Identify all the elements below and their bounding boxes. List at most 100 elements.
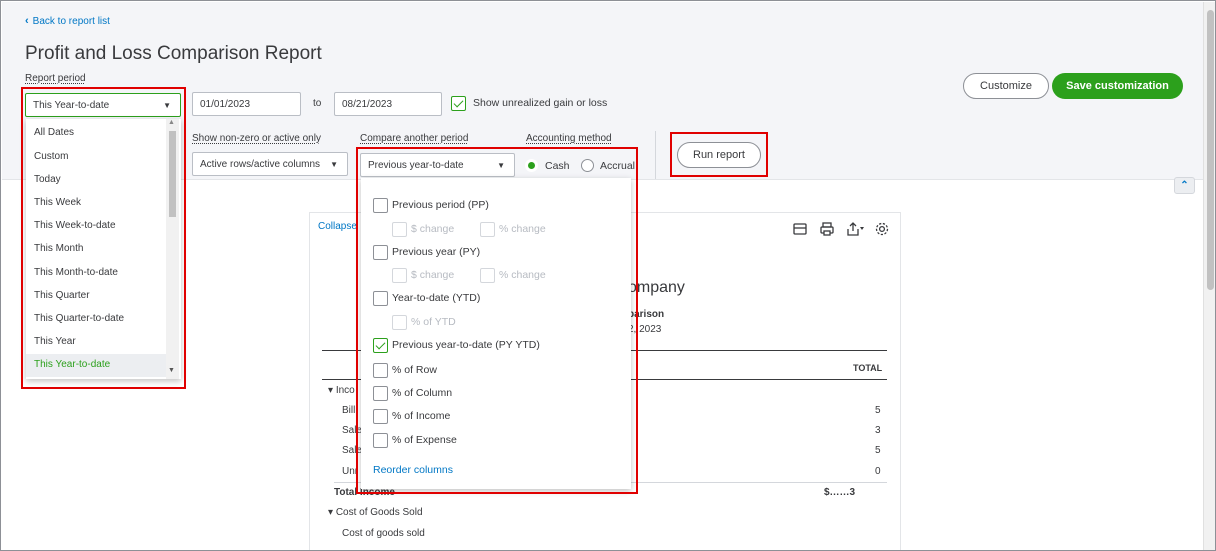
py-dollar-label: $ change bbox=[411, 269, 455, 281]
unrealized-gain-label: Show unrealized gain or loss bbox=[473, 97, 608, 109]
back-to-report-list-link[interactable]: ‹ Back to report list bbox=[25, 15, 110, 27]
period-option[interactable]: All Dates bbox=[26, 122, 166, 145]
run-report-button[interactable]: Run report bbox=[677, 142, 761, 168]
report-row-value: 0 bbox=[875, 466, 881, 477]
pct-income-label: % of Income bbox=[392, 410, 451, 422]
report-row-label: Unr bbox=[342, 466, 359, 477]
pct-row-checkbox[interactable] bbox=[373, 363, 388, 378]
report-row-value: 5 bbox=[875, 405, 881, 416]
scroll-down-icon[interactable]: ▼ bbox=[168, 367, 175, 374]
report-row-value: 5 bbox=[875, 445, 881, 456]
to-label: to bbox=[313, 98, 322, 109]
py-pct-checkbox[interactable] bbox=[480, 268, 495, 283]
py-pct-label: % change bbox=[499, 269, 546, 281]
cogs-section[interactable]: ▾ Cost of Goods Sold bbox=[328, 507, 423, 518]
period-option[interactable]: This Quarter bbox=[26, 285, 166, 308]
total-column-header: TOTAL bbox=[853, 363, 883, 373]
compare-period-value: Previous year-to-date bbox=[368, 160, 464, 171]
scroll-up-icon[interactable]: ▲ bbox=[168, 119, 175, 126]
compare-period-select[interactable]: Previous year-to-date ▼ bbox=[360, 153, 515, 177]
page-title: Profit and Loss Comparison Report bbox=[25, 43, 322, 64]
pp-checkbox[interactable] bbox=[373, 198, 388, 213]
period-option[interactable]: This Month-to-date bbox=[26, 262, 166, 285]
period-option[interactable]: This Month bbox=[26, 238, 166, 261]
collapse-panel-button[interactable]: ⌃ bbox=[1174, 177, 1195, 194]
period-option[interactable]: Today bbox=[26, 169, 166, 192]
period-option[interactable]: This Week-to-date bbox=[26, 215, 166, 238]
period-option[interactable]: This Quarter-to-date bbox=[26, 308, 166, 331]
pp-pct-label: % change bbox=[499, 223, 546, 235]
pytd-label: Previous year-to-date (PY YTD) bbox=[392, 339, 540, 351]
pct-expense-checkbox[interactable] bbox=[373, 433, 388, 448]
to-date-input[interactable]: 08/21/2023 bbox=[334, 92, 442, 116]
period-option-selected[interactable]: This Year-to-date bbox=[26, 354, 166, 377]
report-period-dropdown: All Dates Custom Today This Week This We… bbox=[26, 119, 181, 379]
report-date-range: 2, 2023 bbox=[628, 324, 662, 335]
report-row-value: 3 bbox=[875, 425, 881, 436]
page-scrollbar[interactable] bbox=[1203, 2, 1215, 550]
ytd-pct-checkbox[interactable] bbox=[392, 315, 407, 330]
customize-button[interactable]: Customize bbox=[963, 73, 1049, 99]
report-subtitle: parison bbox=[628, 309, 665, 320]
caret-down-icon: ▼ bbox=[330, 160, 338, 169]
pct-column-checkbox[interactable] bbox=[373, 386, 388, 401]
from-date-input[interactable]: 01/01/2023 bbox=[192, 92, 301, 116]
export-icon[interactable] bbox=[846, 221, 866, 237]
cogs-row-label: Cost of goods sold bbox=[342, 528, 425, 539]
cash-radio[interactable] bbox=[525, 159, 538, 172]
pct-row-label: % of Row bbox=[392, 364, 437, 376]
cash-label: Cash bbox=[545, 160, 570, 172]
py-dollar-checkbox[interactable] bbox=[392, 268, 407, 283]
collapse-link[interactable]: Collapse bbox=[318, 221, 357, 232]
compare-period-label: Compare another period bbox=[360, 133, 469, 144]
caret-down-icon: ▼ bbox=[497, 161, 505, 170]
cogs-section-label: Cost of Goods Sold bbox=[335, 507, 423, 518]
period-option[interactable]: Custom bbox=[26, 146, 166, 169]
email-icon[interactable] bbox=[792, 221, 808, 237]
save-customization-button[interactable]: Save customization bbox=[1052, 73, 1183, 99]
report-period-select[interactable]: This Year-to-date ▼ bbox=[25, 93, 181, 117]
pp-dollar-label: $ change bbox=[411, 223, 455, 235]
pp-dollar-checkbox[interactable] bbox=[392, 222, 407, 237]
unrealized-gain-checkbox[interactable] bbox=[451, 96, 466, 111]
nonzero-select[interactable]: Active rows/active columns ▼ bbox=[192, 152, 348, 176]
reorder-columns-link[interactable]: Reorder columns bbox=[373, 464, 453, 476]
period-option[interactable]: This Week bbox=[26, 192, 166, 215]
accounting-method-label: Accounting method bbox=[526, 133, 612, 144]
company-name: ompany bbox=[628, 279, 685, 296]
period-option[interactable]: This Year bbox=[26, 331, 166, 354]
report-period-value: This Year-to-date bbox=[33, 100, 110, 111]
back-link-label: Back to report list bbox=[32, 15, 110, 27]
ytd-checkbox[interactable] bbox=[373, 291, 388, 306]
nonzero-label: Show non-zero or active only bbox=[192, 133, 321, 144]
report-row-label: Sale bbox=[342, 445, 363, 456]
gear-icon[interactable] bbox=[874, 221, 890, 237]
dropdown-scrollbar[interactable]: ▲ ▼ bbox=[166, 119, 179, 379]
pp-label: Previous period (PP) bbox=[392, 199, 489, 211]
report-row-label: Sale bbox=[342, 425, 363, 436]
nonzero-value: Active rows/active columns bbox=[200, 159, 321, 170]
report-row-label: Bill bbox=[342, 405, 356, 416]
divider bbox=[655, 131, 656, 179]
income-section-label: Inco bbox=[335, 385, 355, 396]
chevron-up-icon: ⌃ bbox=[1180, 180, 1189, 191]
print-icon[interactable] bbox=[819, 221, 835, 237]
accrual-radio[interactable] bbox=[581, 159, 594, 172]
pp-pct-checkbox[interactable] bbox=[480, 222, 495, 237]
page-scrollbar-thumb[interactable] bbox=[1207, 10, 1214, 290]
accrual-label: Accrual bbox=[600, 160, 636, 172]
scrollbar-thumb[interactable] bbox=[169, 131, 176, 217]
pct-column-label: % of Column bbox=[392, 387, 453, 399]
py-label: Previous year (PY) bbox=[392, 246, 481, 258]
total-income-value: $……3 bbox=[824, 487, 856, 498]
py-checkbox[interactable] bbox=[373, 245, 388, 260]
caret-down-icon: ▼ bbox=[163, 101, 171, 110]
report-period-label: Report period bbox=[25, 73, 86, 84]
ytd-label: Year-to-date (YTD) bbox=[392, 292, 481, 304]
compare-period-dropdown: Previous period (PP) $ change % change P… bbox=[361, 178, 631, 489]
income-section[interactable]: ▾ Inco bbox=[328, 385, 355, 396]
pytd-checkbox[interactable] bbox=[373, 338, 388, 353]
pct-income-checkbox[interactable] bbox=[373, 409, 388, 424]
ytd-pct-label: % of YTD bbox=[411, 316, 456, 328]
pct-expense-label: % of Expense bbox=[392, 434, 457, 446]
